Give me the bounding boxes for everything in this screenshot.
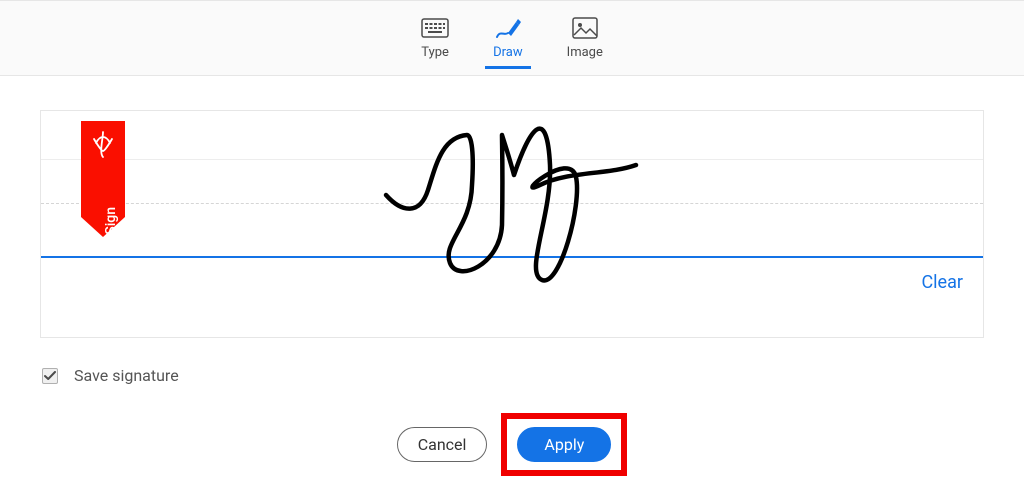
guideline-top: [41, 159, 983, 160]
tab-image[interactable]: Image: [559, 13, 611, 69]
tabs-container: Type Draw Image: [413, 13, 611, 69]
tab-draw[interactable]: Draw: [485, 13, 531, 69]
tab-image-label: Image: [567, 45, 603, 60]
pen-draw-icon: [494, 13, 522, 43]
tab-draw-label: Draw: [493, 45, 523, 60]
apply-button[interactable]: Apply: [517, 427, 611, 462]
save-signature-checkbox[interactable]: [42, 368, 58, 384]
cancel-button[interactable]: Cancel: [397, 427, 488, 462]
signature-area: Sign Clear: [0, 76, 1024, 338]
keyboard-icon: [421, 13, 449, 43]
signature-baseline: [41, 256, 983, 258]
sign-bookmark[interactable]: Sign: [81, 121, 125, 239]
tab-type[interactable]: Type: [413, 13, 457, 69]
signature-guidelines: [41, 159, 983, 257]
signature-canvas-card: Sign Clear: [40, 110, 984, 338]
tab-type-label: Type: [421, 45, 449, 60]
image-icon: [572, 13, 598, 43]
bookmark-label: Sign: [103, 207, 119, 235]
save-signature-row: Save signature: [0, 338, 1024, 385]
save-signature-label: Save signature: [74, 366, 179, 385]
dialog-buttons: Cancel Apply: [0, 413, 1024, 476]
guideline-dashed: [41, 203, 983, 204]
tab-bar: Type Draw Image: [0, 0, 1024, 76]
highlight-apply: Apply: [501, 413, 627, 476]
clear-button[interactable]: Clear: [921, 272, 963, 293]
